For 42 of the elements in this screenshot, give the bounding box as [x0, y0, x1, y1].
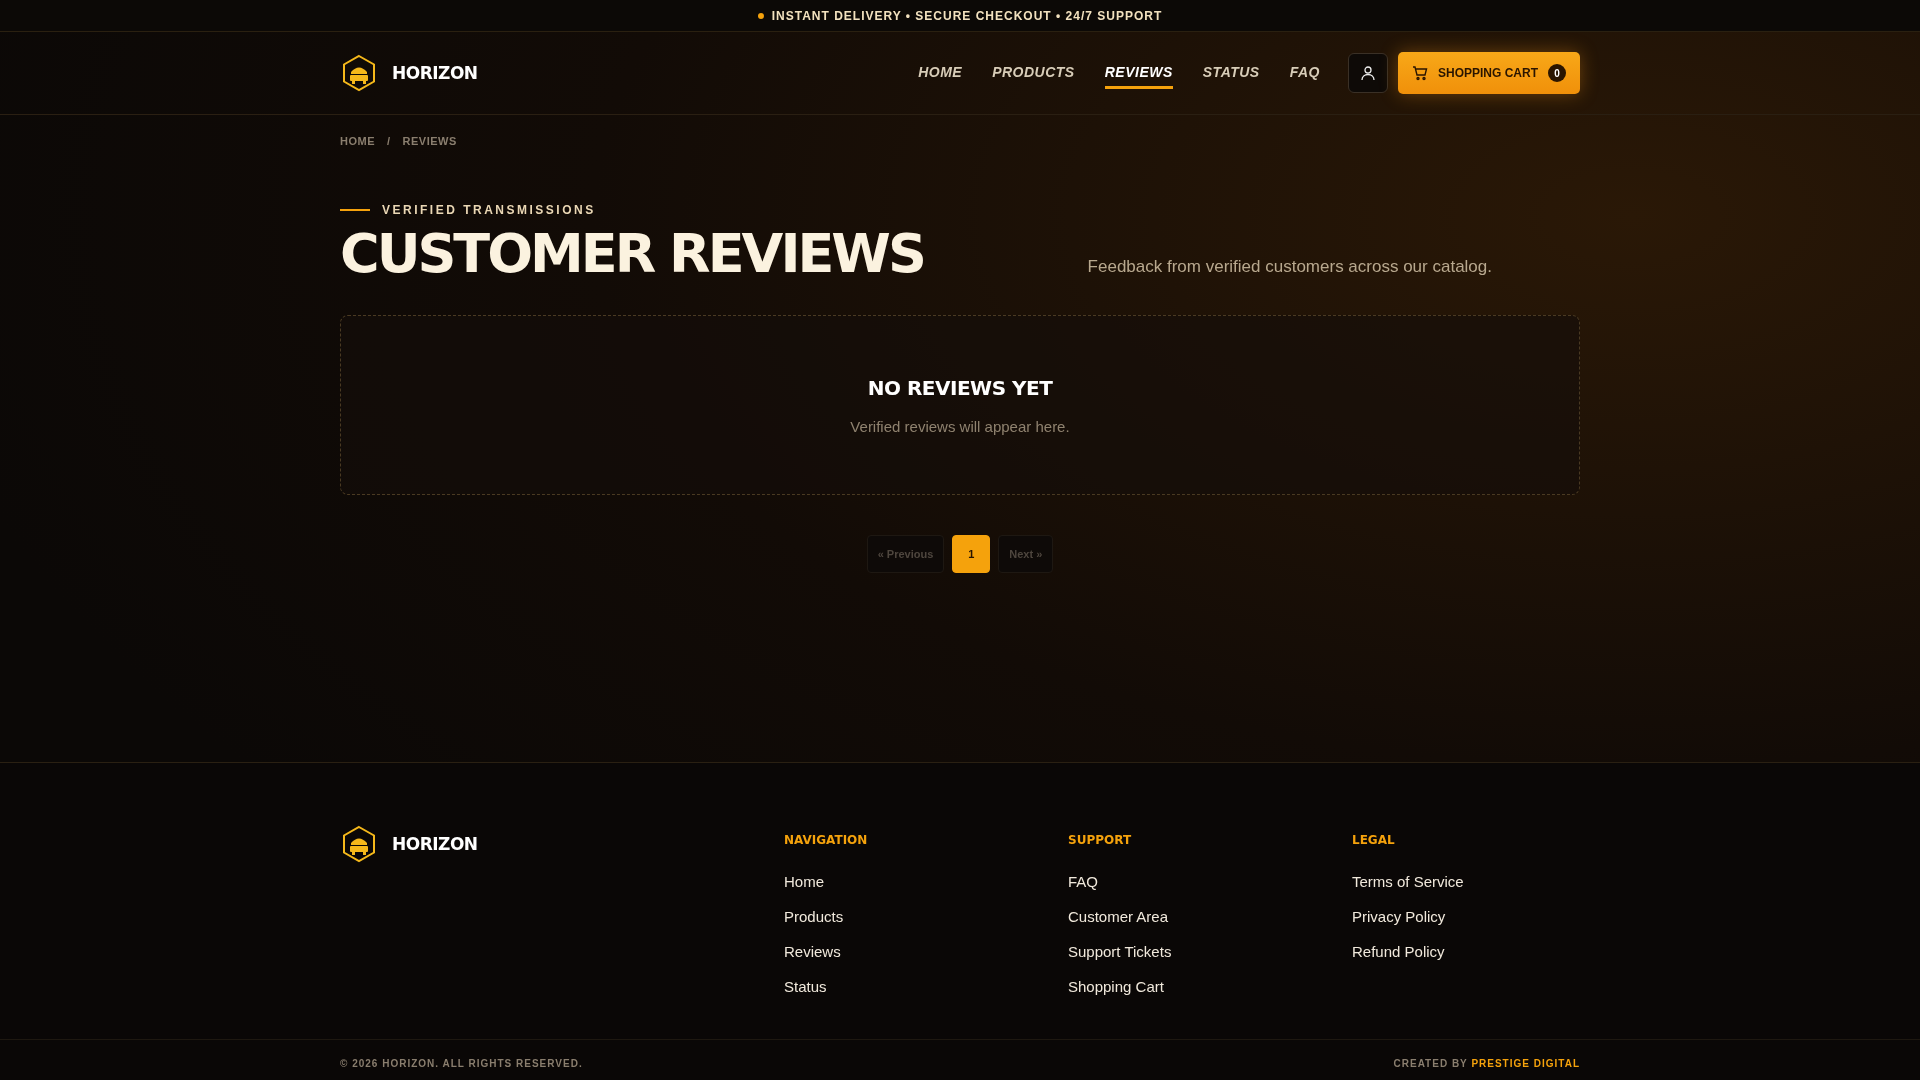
footer-link[interactable]: Home — [784, 873, 1068, 890]
hexagon-logo-icon — [340, 825, 378, 863]
footer-link[interactable]: Privacy Policy — [1352, 908, 1580, 925]
cart-icon — [1412, 65, 1428, 81]
footer-link[interactable]: Status — [784, 978, 1068, 995]
nav-link[interactable]: HOME — [918, 57, 963, 89]
footer-link[interactable]: Reviews — [784, 943, 1068, 960]
footer-link[interactable]: FAQ — [1068, 873, 1352, 890]
empty-text: Verified reviews will appear here. — [850, 417, 1070, 435]
footer-link[interactable]: Shopping Cart — [1068, 978, 1352, 995]
nav-link[interactable]: FAQ — [1289, 57, 1320, 89]
breadcrumb-item[interactable]: REVIEWS — [402, 135, 457, 147]
footer-heading: NAVIGATION — [784, 833, 869, 847]
account-button[interactable] — [1348, 53, 1388, 93]
breadcrumb-item[interactable]: HOME — [340, 135, 375, 147]
footer-heading: SUPPORT — [1068, 833, 1133, 847]
nav-link[interactable]: STATUS — [1202, 57, 1260, 89]
breadcrumb-separator: / — [387, 135, 391, 147]
announcement-text: INSTANT DELIVERY • SECURE CHECKOUT • 24/7 SUPPORT — [771, 8, 1163, 23]
footer-link[interactable]: Products — [784, 908, 1068, 925]
empty-title: NO REVIEWS YET — [867, 375, 1053, 400]
hexagon-logo-icon — [340, 54, 378, 92]
shopping-cart-button[interactable]: SHOPPING CART 0 — [1398, 52, 1580, 94]
credit-text: CREATED BY PRESTIGE DIGITAL — [1393, 1058, 1580, 1069]
user-icon — [1360, 65, 1376, 81]
copyright-text: © 2026 HORIZON. ALL RIGHTS RESERVED. — [340, 1058, 583, 1069]
nav-link[interactable]: REVIEWS — [1104, 57, 1173, 89]
nav-link[interactable]: PRODUCTS — [992, 57, 1075, 89]
credit-link[interactable]: PRESTIGE DIGITAL — [1471, 1058, 1580, 1069]
page-subtitle: Feedback from verified customers across our catalog. — [1087, 257, 1492, 277]
page-title: CUSTOMER REVIEWS — [340, 227, 924, 281]
footer-link[interactable]: Refund Policy — [1352, 943, 1580, 960]
eyebrow-text: VERIFIED TRANSMISSIONS — [382, 203, 596, 217]
footer-link[interactable]: Customer Area — [1068, 908, 1352, 925]
brand-name: HORIZON — [392, 63, 478, 83]
footer-link[interactable]: Terms of Service — [1352, 873, 1580, 890]
status-dot — [757, 12, 764, 19]
brand-name: HORIZON — [392, 834, 478, 854]
cart-count: 0 — [1548, 64, 1566, 82]
page-button[interactable]: 1 — [952, 535, 991, 573]
footer-link[interactable]: Support Tickets — [1068, 943, 1352, 960]
footer-heading: LEGAL — [1352, 833, 1396, 847]
